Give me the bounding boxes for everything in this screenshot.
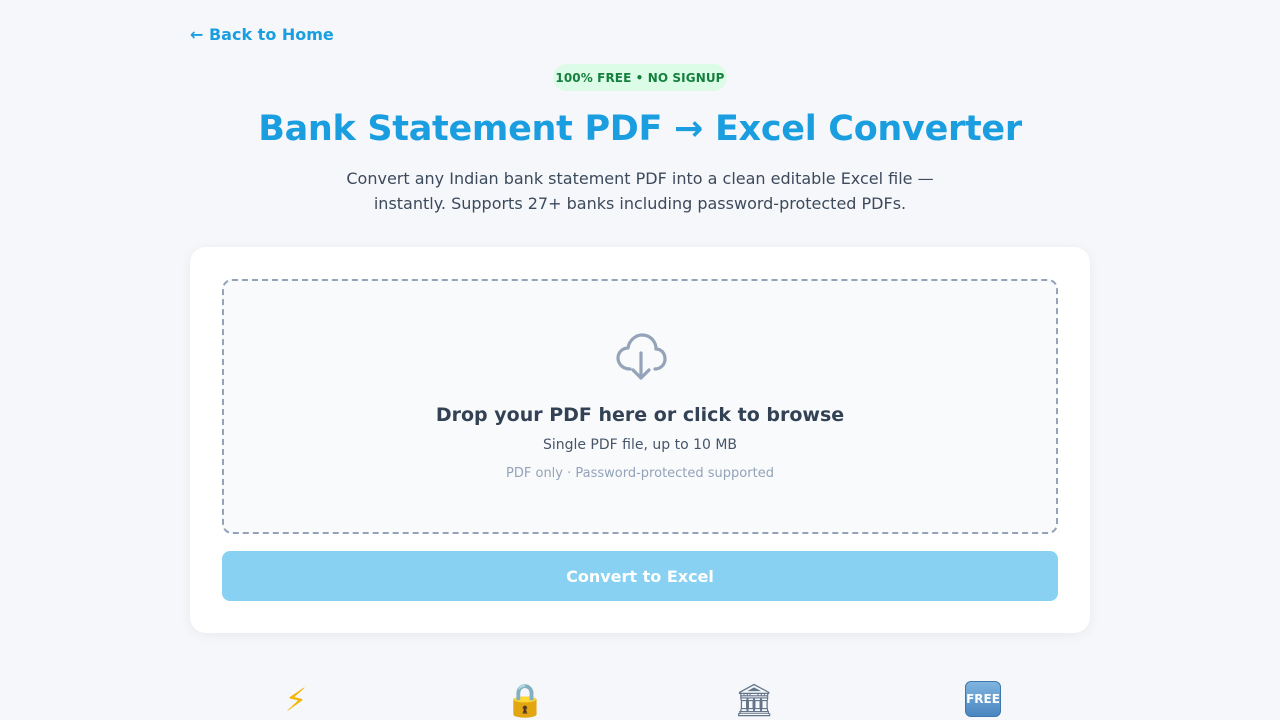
free-badge: 100% FREE • NO SIGNUP xyxy=(553,64,727,91)
page-subtitle: Convert any Indian bank statement PDF in… xyxy=(340,166,940,216)
drop-hint: PDF only · Password-protected supported xyxy=(506,466,774,481)
cloud-download-icon xyxy=(616,333,667,380)
upload-card: Drop your PDF here or click to browse Si… xyxy=(190,247,1090,633)
subtitle-line-2: instantly. Supports 27+ banks including … xyxy=(373,194,907,213)
lightning-icon: ⚡ xyxy=(284,681,308,719)
back-to-home-link[interactable]: ← Back to Home xyxy=(190,25,334,44)
subtitle-line-1: Convert any Indian bank statement PDF in… xyxy=(346,169,934,188)
bank-icon: 🏛 xyxy=(734,681,775,719)
drop-subtitle: Single PDF file, up to 10 MB xyxy=(542,437,738,453)
lock-icon: 🔒 xyxy=(505,681,545,719)
features-row: ⚡ 🔒 🏛 FREE xyxy=(190,676,1090,720)
page: ← Back to Home 100% FREE • NO SIGNUP Ban… xyxy=(0,0,1280,720)
convert-to-excel-button[interactable]: Convert to Excel xyxy=(222,551,1058,601)
drop-title: Drop your PDF here or click to browse xyxy=(435,404,845,426)
free-icon: FREE xyxy=(965,681,1001,717)
pdf-dropzone[interactable]: Drop your PDF here or click to browse Si… xyxy=(222,279,1058,534)
page-title: Bank Statement PDF → Excel Converter xyxy=(258,109,1022,149)
